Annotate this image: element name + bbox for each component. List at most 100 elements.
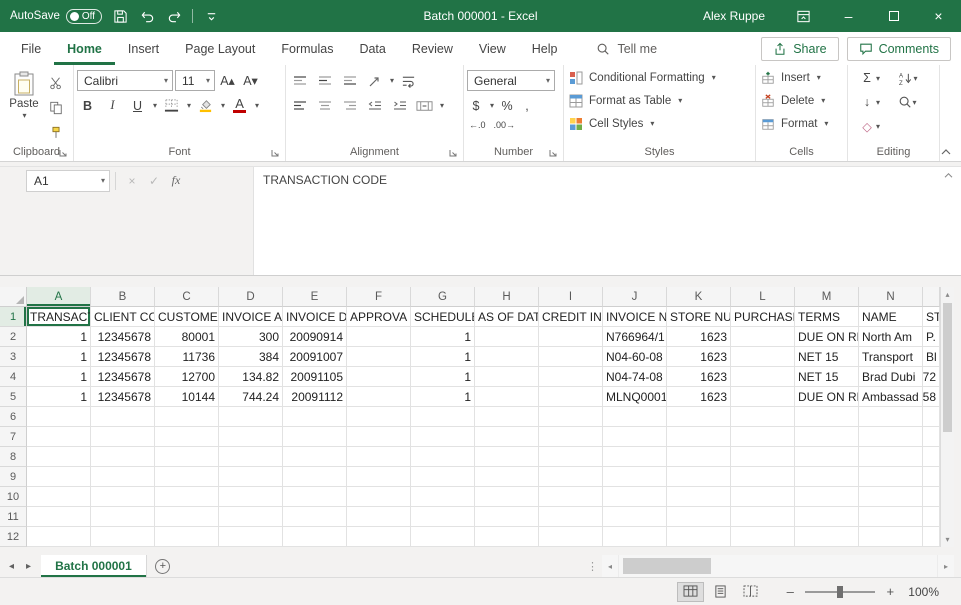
cell-styles-button[interactable]: Cell Styles ▾	[567, 112, 752, 135]
menu-tab-file[interactable]: File	[8, 32, 54, 65]
cell-A10[interactable]	[27, 487, 91, 507]
cell-M1[interactable]: TERMS	[795, 307, 859, 327]
cell-B5[interactable]: 12345678	[91, 387, 155, 407]
row-header-1[interactable]: 1	[0, 307, 27, 327]
accounting-format-button[interactable]: $	[469, 95, 483, 116]
column-header-C[interactable]: C	[155, 287, 219, 307]
cell-O4[interactable]: 72	[923, 367, 940, 387]
cell-A6[interactable]	[27, 407, 91, 427]
autosave-switch[interactable]: Off	[66, 9, 102, 24]
row-header-11[interactable]: 11	[0, 507, 27, 527]
cell-D7[interactable]	[219, 427, 283, 447]
cell-A1[interactable]: TRANSACTION CODE	[27, 307, 91, 327]
number-dialog-launcher[interactable]	[548, 148, 558, 158]
column-header-H[interactable]: H	[475, 287, 539, 307]
underline-button[interactable]: U	[127, 95, 148, 116]
row-header-6[interactable]: 6	[0, 407, 27, 427]
tell-me-search[interactable]: Tell me	[596, 32, 657, 65]
cell-D4[interactable]: 134.82	[219, 367, 283, 387]
cell-G7[interactable]	[411, 427, 475, 447]
cell-O8[interactable]	[923, 447, 940, 467]
merge-center-button[interactable]	[414, 95, 435, 116]
cell-L12[interactable]	[731, 527, 795, 547]
cell-G2[interactable]: 1	[411, 327, 475, 347]
select-all-button[interactable]	[0, 287, 27, 307]
align-right-button[interactable]	[339, 95, 360, 116]
cell-D6[interactable]	[219, 407, 283, 427]
next-sheet-button[interactable]: ▸	[26, 561, 31, 572]
cell-C1[interactable]: CUSTOME	[155, 307, 219, 327]
minimize-button[interactable]: –	[826, 0, 871, 32]
cell-A4[interactable]: 1	[27, 367, 91, 387]
increase-decimal-button[interactable]: ←.0	[469, 120, 486, 130]
cell-A11[interactable]	[27, 507, 91, 527]
cell-I9[interactable]	[539, 467, 603, 487]
cell-B3[interactable]: 12345678	[91, 347, 155, 367]
cell-M10[interactable]	[795, 487, 859, 507]
cell-J12[interactable]	[603, 527, 667, 547]
cell-B7[interactable]	[91, 427, 155, 447]
cell-M12[interactable]	[795, 527, 859, 547]
cell-H7[interactable]	[475, 427, 539, 447]
cell-B4[interactable]: 12345678	[91, 367, 155, 387]
cell-K5[interactable]: 1623	[667, 387, 731, 407]
cell-D9[interactable]	[219, 467, 283, 487]
save-button[interactable]	[111, 7, 129, 25]
bold-button[interactable]: B	[77, 95, 98, 116]
horizontal-scrollbar[interactable]: ◂ ▸	[602, 555, 954, 577]
row-header-4[interactable]: 4	[0, 367, 27, 387]
align-top-button[interactable]	[289, 70, 310, 91]
comments-button[interactable]: Comments	[847, 37, 951, 61]
column-header-partial[interactable]	[923, 287, 940, 307]
cell-N4[interactable]: Brad Dubi	[859, 367, 923, 387]
menu-tab-help[interactable]: Help	[519, 32, 571, 65]
cell-L5[interactable]	[731, 387, 795, 407]
delete-cells-button[interactable]: Delete ▾	[759, 89, 844, 112]
cell-J2[interactable]: N766964/1	[603, 327, 667, 347]
cell-C2[interactable]: 80001	[155, 327, 219, 347]
cell-K3[interactable]: 1623	[667, 347, 731, 367]
cell-D3[interactable]: 384	[219, 347, 283, 367]
format-cells-button[interactable]: Format ▾	[759, 112, 844, 135]
format-painter-button[interactable]	[45, 122, 66, 143]
cell-K2[interactable]: 1623	[667, 327, 731, 347]
cell-C4[interactable]: 12700	[155, 367, 219, 387]
enter-entry-button[interactable]: ✓	[143, 170, 165, 192]
column-header-B[interactable]: B	[91, 287, 155, 307]
vertical-scrollbar[interactable]: ▴ ▾	[940, 287, 954, 547]
font-size-combobox[interactable]: 11 ▾	[175, 70, 215, 91]
maximize-button[interactable]	[871, 0, 916, 32]
cell-M2[interactable]: DUE ON RE	[795, 327, 859, 347]
decrease-indent-button[interactable]	[364, 95, 385, 116]
autosum-button[interactable]: Σ▾	[859, 68, 880, 89]
cell-G6[interactable]	[411, 407, 475, 427]
comma-style-button[interactable]: ,	[520, 95, 534, 116]
alignment-dialog-launcher[interactable]	[448, 148, 458, 158]
insert-cells-button[interactable]: Insert ▾	[759, 66, 844, 89]
cell-E6[interactable]	[283, 407, 347, 427]
cell-F9[interactable]	[347, 467, 411, 487]
scroll-down-button[interactable]: ▾	[941, 532, 954, 547]
cell-E7[interactable]	[283, 427, 347, 447]
cell-G3[interactable]: 1	[411, 347, 475, 367]
clipboard-dialog-launcher[interactable]	[58, 148, 68, 158]
cell-F1[interactable]: APPROVA	[347, 307, 411, 327]
collapse-formula-bar-button[interactable]	[943, 172, 954, 179]
cell-F2[interactable]	[347, 327, 411, 347]
cell-B1[interactable]: CLIENT CO	[91, 307, 155, 327]
column-header-F[interactable]: F	[347, 287, 411, 307]
paste-button[interactable]: Paste ▾	[3, 66, 45, 143]
cell-O10[interactable]	[923, 487, 940, 507]
cell-K7[interactable]	[667, 427, 731, 447]
cell-G12[interactable]	[411, 527, 475, 547]
name-box[interactable]: A1 ▾	[26, 170, 110, 192]
scroll-left-button[interactable]: ◂	[602, 555, 618, 577]
cell-N3[interactable]: Transport	[859, 347, 923, 367]
cell-B2[interactable]: 12345678	[91, 327, 155, 347]
cell-F10[interactable]	[347, 487, 411, 507]
cell-L7[interactable]	[731, 427, 795, 447]
horizontal-scroll-thumb[interactable]	[623, 558, 711, 574]
cell-D1[interactable]: INVOICE A	[219, 307, 283, 327]
align-bottom-button[interactable]	[339, 70, 360, 91]
cell-M4[interactable]: NET 15	[795, 367, 859, 387]
